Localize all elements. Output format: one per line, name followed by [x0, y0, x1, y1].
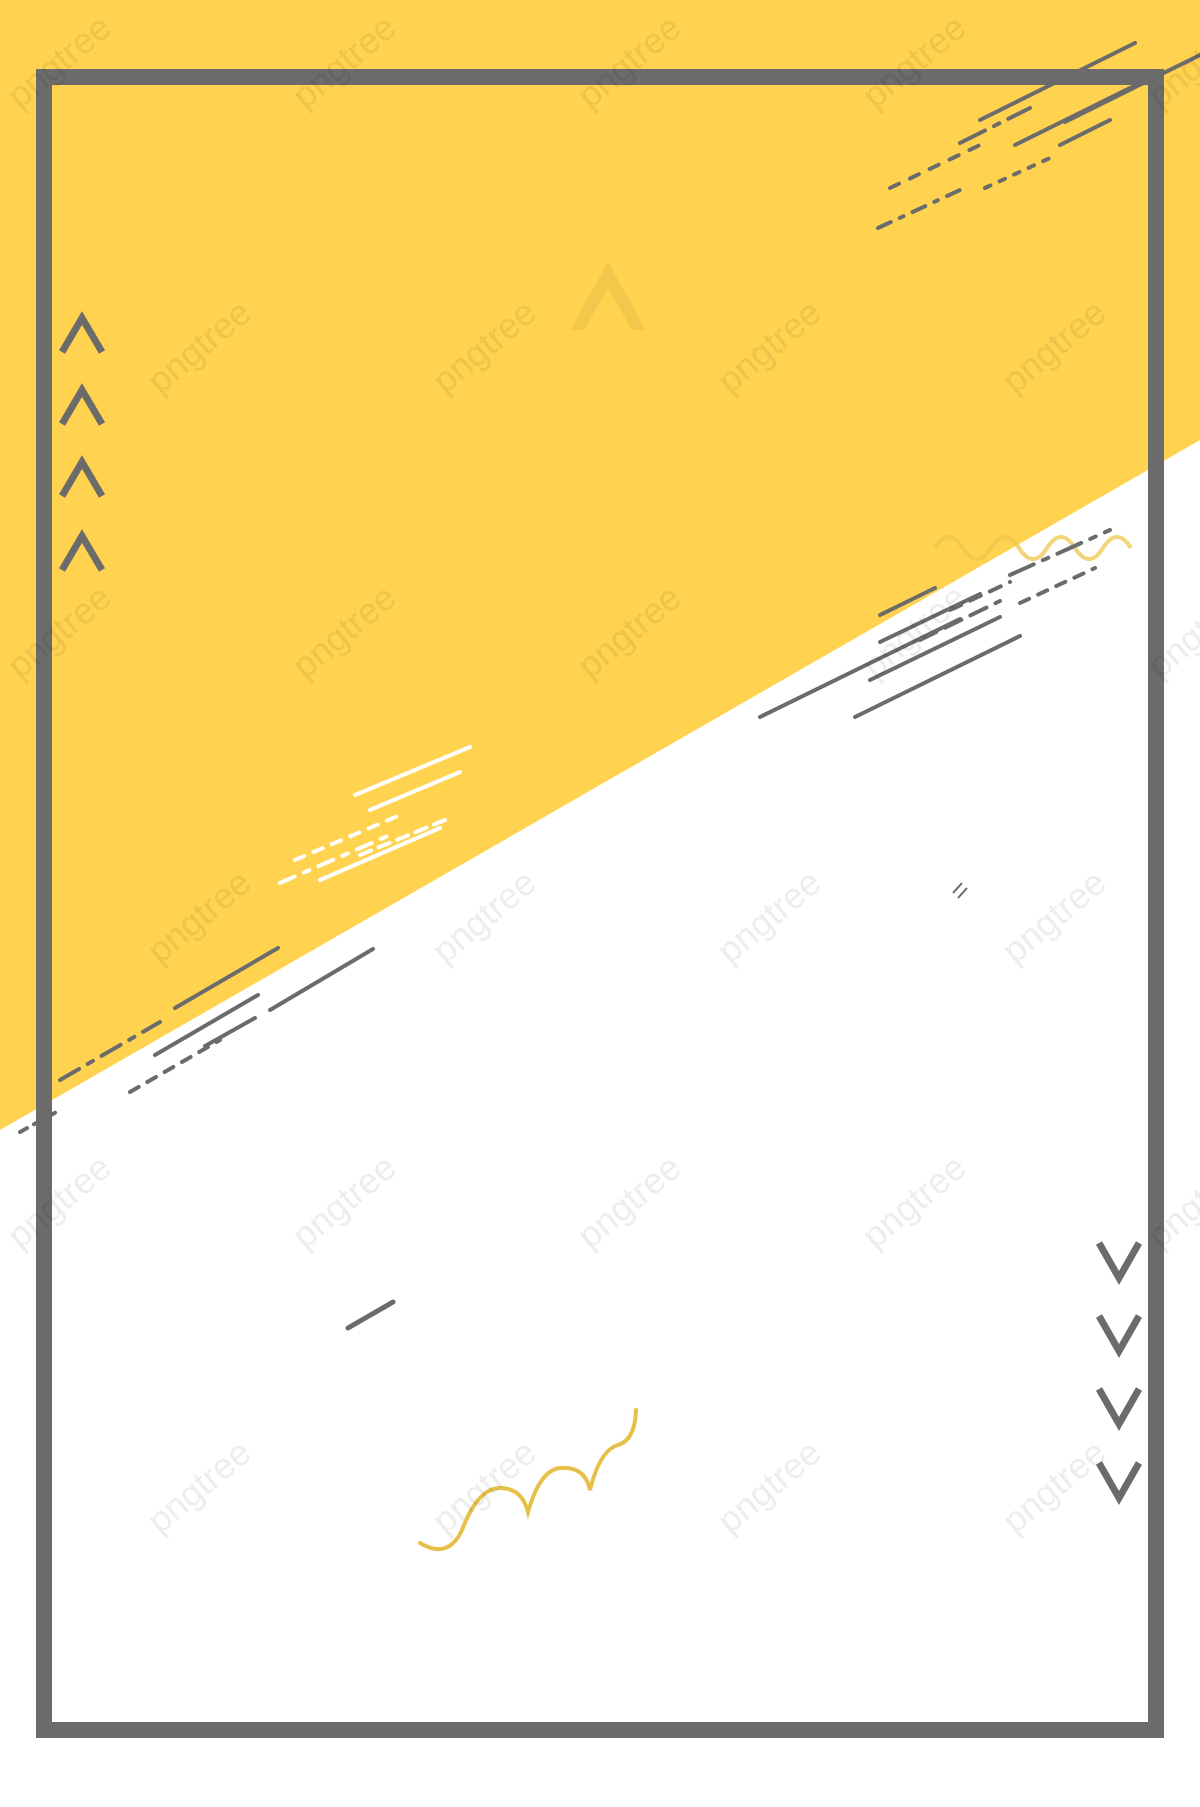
poster-canvas: pngtree pngtree pngtree pngtree pngtree pngtr…: [0, 0, 1200, 1807]
poster-artwork: pngtree pngtree pngtree pngtree pngtreepngtr…: [0, 0, 1200, 1807]
